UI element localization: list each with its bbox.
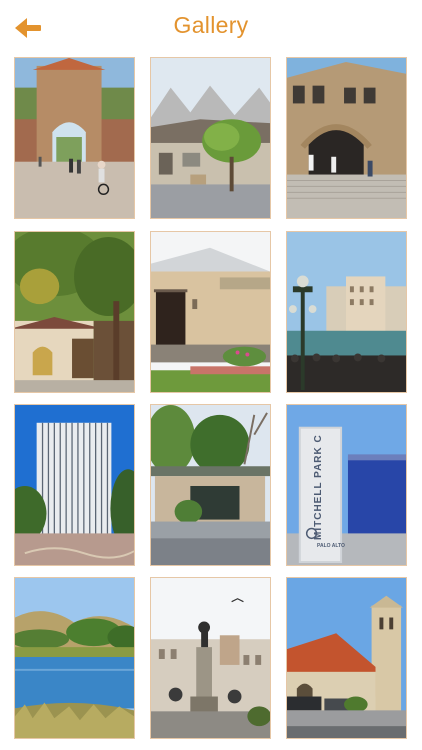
- gallery-item[interactable]: [150, 57, 271, 219]
- gallery-item[interactable]: [150, 404, 271, 566]
- mitchell-park-center-photo: [287, 405, 406, 565]
- office-tower-photo: [15, 405, 134, 565]
- sign-text: MITCHELL PARK CENTER: [313, 435, 324, 540]
- modern-pavilion-photo: [151, 405, 270, 565]
- gallery-item[interactable]: [286, 57, 407, 219]
- canal-lamppost-photo: [287, 232, 406, 392]
- stanford-gate-photo: [15, 58, 134, 218]
- bell-tower-church-photo: [287, 578, 406, 738]
- stone-arch-building-photo: [287, 58, 406, 218]
- gallery-item[interactable]: [14, 404, 135, 566]
- tudor-house-photo: [15, 232, 134, 392]
- gallery-item[interactable]: [150, 577, 271, 739]
- gallery-item[interactable]: [14, 57, 135, 219]
- gallery-item[interactable]: [286, 577, 407, 739]
- cottage-tree-photo: [151, 58, 270, 218]
- gallery-item[interactable]: [14, 231, 135, 393]
- sign-subtext: PALO ALTO: [317, 543, 345, 549]
- gallery-item[interactable]: [150, 231, 271, 393]
- gallery-item[interactable]: [286, 231, 407, 393]
- lake-hills-photo: [15, 578, 134, 738]
- photo-grid: MITCHELL PARK CENTER PALO ALTO: [0, 0, 422, 750]
- gallery-item[interactable]: MITCHELL PARK CENTER PALO ALTO: [286, 404, 407, 566]
- gallery-item[interactable]: [14, 577, 135, 739]
- monument-statue-photo: [151, 578, 270, 738]
- stucco-house-photo: [151, 232, 270, 392]
